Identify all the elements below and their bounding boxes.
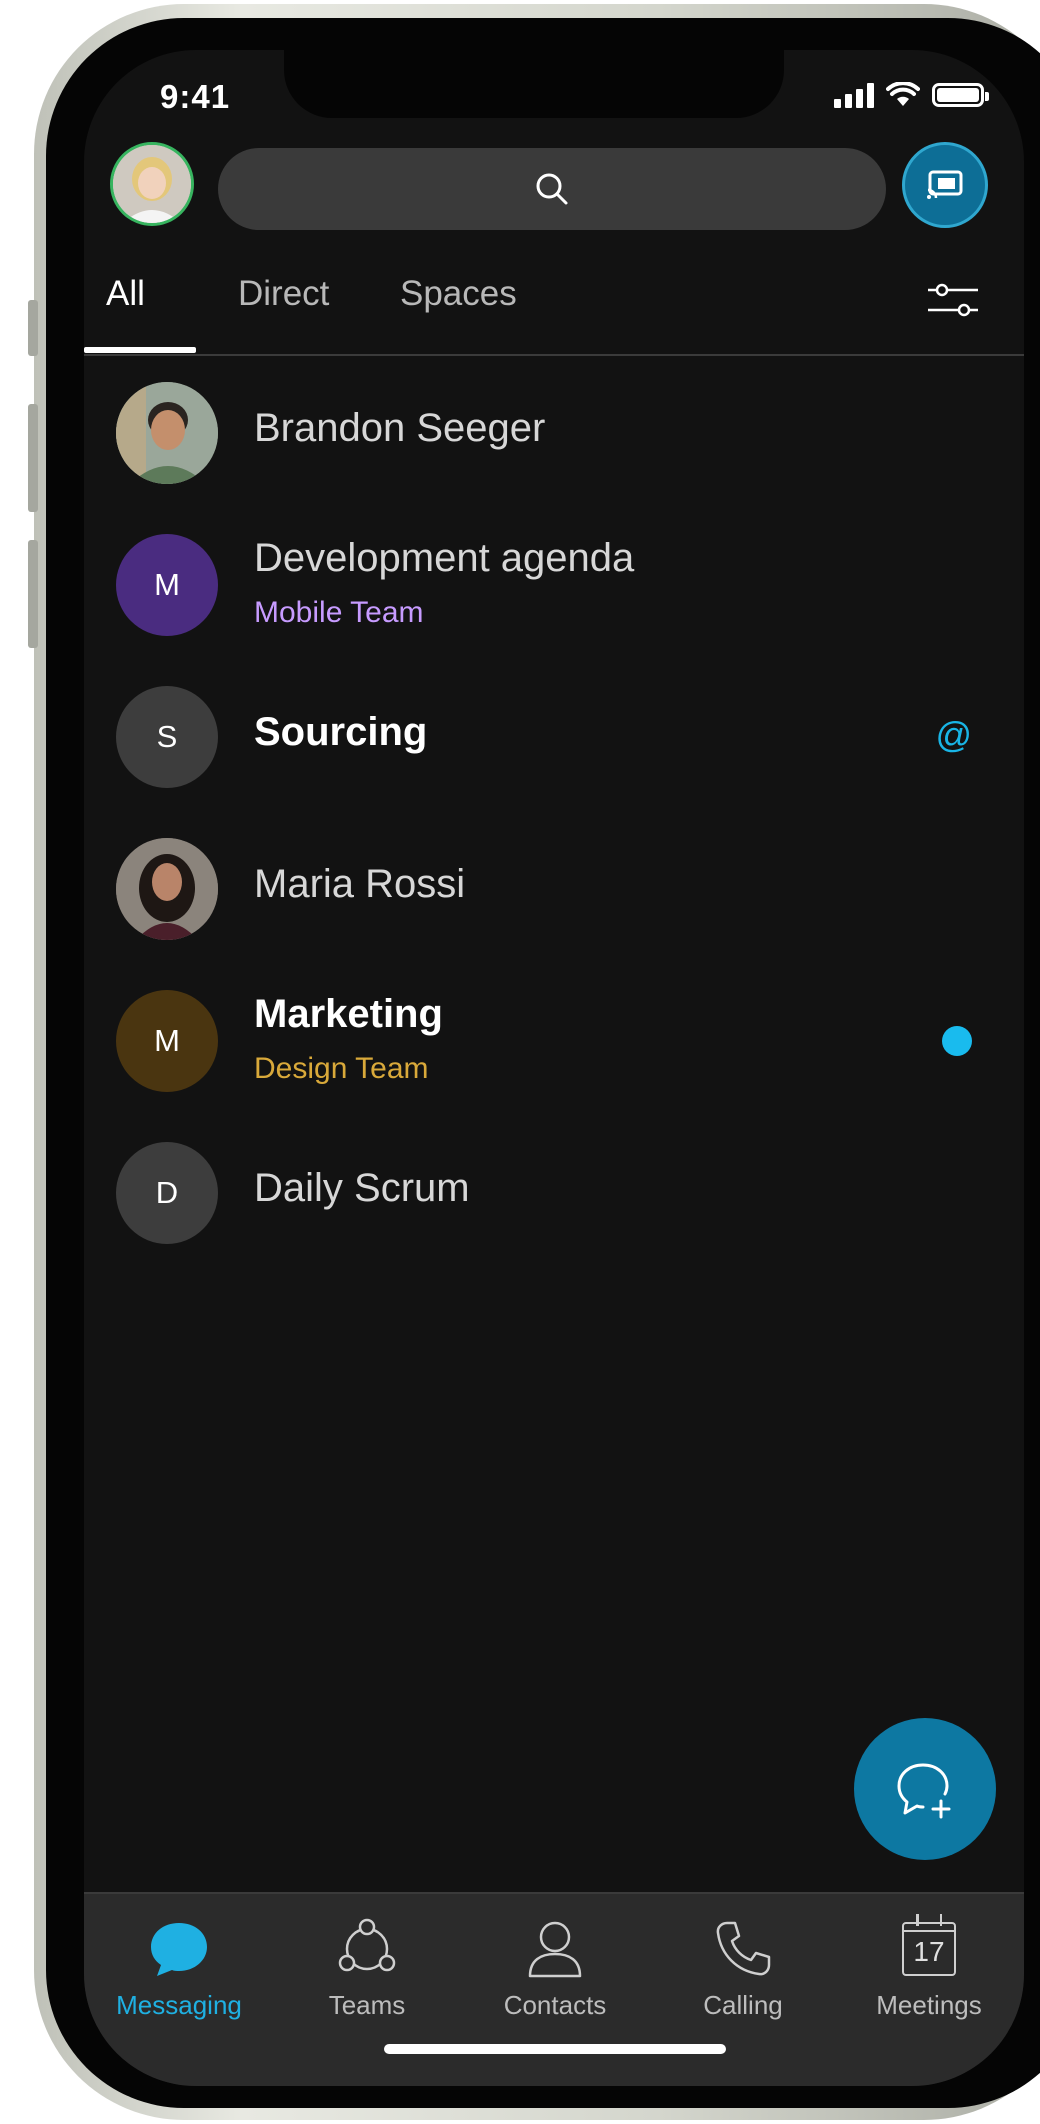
conversation-list: Brandon Seeger M Development agenda Mobi… [84, 356, 1024, 1268]
notch [284, 50, 784, 118]
nav-calling[interactable]: Calling [648, 1912, 838, 2021]
conversation-item-marketing[interactable]: M Marketing Design Team [84, 964, 1024, 1116]
avatar-initial: M [154, 1023, 180, 1058]
avatar-initial: D [155, 1175, 179, 1210]
profile-avatar[interactable] [110, 142, 194, 226]
nav-label: Meetings [876, 1990, 982, 2020]
battery-icon [932, 83, 989, 107]
nav-messaging[interactable]: Messaging [84, 1912, 274, 2021]
mention-badge: @ [935, 714, 972, 755]
status-icons [834, 80, 989, 110]
conversation-title: Brandon Seeger [254, 406, 546, 450]
side-button-volume-up [28, 404, 38, 512]
conversation-tabs: All Direct Spaces [84, 266, 1024, 356]
conversation-title: Maria Rossi [254, 862, 466, 906]
conversation-item-brandon-seeger[interactable]: Brandon Seeger [84, 356, 1024, 508]
avatar-initial: S [156, 719, 178, 754]
conversation-title: Sourcing [254, 710, 428, 754]
tab-all[interactable]: All [106, 274, 145, 314]
teams-icon [338, 1918, 396, 1972]
tab-spaces[interactable]: Spaces [400, 274, 517, 314]
nav-meetings[interactable]: 17 Meetings [834, 1912, 1024, 2021]
nav-label: Teams [328, 1990, 406, 2020]
person-icon [528, 1921, 582, 1978]
conversation-item-development-agenda[interactable]: M Development agenda Mobile Team [84, 508, 1024, 660]
screen-share-button[interactable] [902, 142, 988, 228]
phone-icon [716, 1921, 771, 1976]
avatar: M [116, 990, 218, 1092]
avatar [116, 838, 218, 940]
tab-direct[interactable]: Direct [238, 274, 329, 314]
search-icon [536, 173, 568, 205]
avatar-initial: M [154, 567, 180, 602]
new-message-button[interactable] [854, 1718, 996, 1860]
conversation-team: Design Team [254, 1052, 429, 1085]
screen-share-icon [927, 170, 963, 199]
conversation-title: Daily Scrum [254, 1166, 470, 1210]
calendar-date: 17 [913, 1936, 945, 1967]
status-time: 9:41 [160, 78, 231, 115]
conversation-item-daily-scrum[interactable]: D Daily Scrum [84, 1116, 1024, 1268]
conversation-item-sourcing[interactable]: S Sourcing @ [84, 660, 1024, 812]
person-photo-icon [116, 838, 218, 940]
profile-photo-icon [113, 145, 191, 223]
side-button-volume-down [28, 540, 38, 648]
person-photo-icon [116, 382, 218, 484]
search-bar[interactable] [218, 148, 886, 230]
unread-dot [942, 1026, 972, 1056]
conversation-item-maria-rossi[interactable]: Maria Rossi [84, 812, 1024, 964]
nav-teams[interactable]: Teams [272, 1912, 462, 2021]
home-indicator[interactable] [384, 2044, 726, 2054]
chat-bubble-icon [151, 1923, 207, 1976]
nav-label: Calling [703, 1990, 783, 2020]
app-screen: 9:41 All Direct Spaces Brandon Seeger M … [84, 50, 1024, 2086]
conversation-team: Mobile Team [254, 596, 424, 629]
cellular-signal-icon [834, 82, 874, 108]
active-tab-indicator [84, 347, 196, 353]
nav-label: Messaging [116, 1990, 242, 2020]
avatar: D [116, 1142, 218, 1244]
bottom-navigation: Messaging Teams Contacts Calling 17 Meet… [84, 1892, 1024, 2086]
new-message-icon [897, 1763, 951, 1819]
nav-label: Contacts [503, 1990, 607, 2020]
filter-icon[interactable] [926, 278, 980, 322]
calendar-icon: 17 [902, 1914, 956, 1976]
avatar [116, 382, 218, 484]
nav-contacts[interactable]: Contacts [460, 1912, 650, 2021]
conversation-title: Development agenda [254, 536, 635, 580]
conversation-title: Marketing [254, 992, 443, 1036]
avatar: M [116, 534, 218, 636]
wifi-icon [886, 82, 920, 106]
avatar: S [116, 686, 218, 788]
side-button-mute [28, 300, 38, 356]
